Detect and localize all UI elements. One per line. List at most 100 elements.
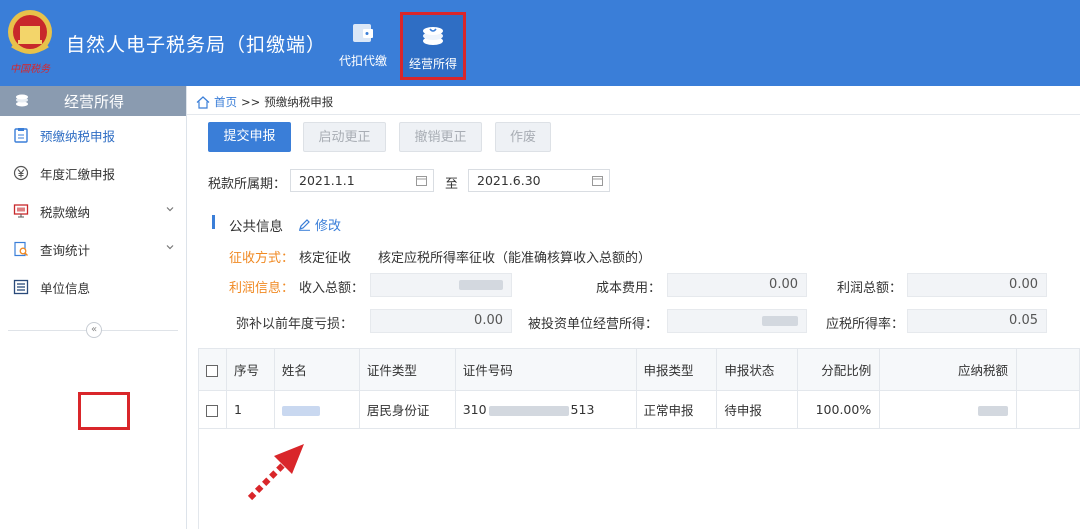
income-total-field [370,273,512,297]
id-suffix: 513 [570,402,595,417]
emblem-text: 中国税务 [10,63,51,75]
cancel-correction-button[interactable]: 撤销更正 [399,122,482,152]
home-icon[interactable] [196,95,210,109]
app-title: 自然人电子税务局（扣缴端） [66,34,327,56]
column-header: 序号 [225,348,275,391]
sidebar-collapse-button[interactable]: « [86,322,102,338]
sidebar-item-chaxun[interactable]: 查询统计 [0,230,186,268]
invested-income-label: 被投资单位经营所得： [528,317,659,332]
period-to-value: 2021.6.30 [477,173,541,188]
taxpayer-table: 序号 姓名 证件类型 证件号码 申报类型 申报状态 分配比例 应纳税额 1 居民… [198,348,1080,429]
cost-field: 0.00 [667,273,807,297]
list-icon [13,279,29,295]
cost-label: 成本费用： [596,281,662,296]
annotation-arrow-icon [247,444,304,501]
sidebar-item-yujiao[interactable]: 预缴纳税申报 [0,116,186,154]
profit-total-field: 0.00 [907,273,1047,297]
collect-method-value: 核定征收 [299,251,352,266]
row-ratio: 100.00% [797,390,881,429]
sidebar-item-label: 年度汇缴申报 [40,166,116,182]
row-id-type: 居民身份证 [358,390,456,429]
submit-declaration-button[interactable]: 提交申报 [208,122,291,152]
breadcrumb-current: 预缴纳税申报 [264,95,334,109]
search-doc-icon [14,241,28,257]
redacted-value [459,279,503,290]
breadcrumb: 首页 >> 预缴纳税申报 [196,94,333,110]
redacted-value [762,315,798,326]
loss-field: 0.00 [370,309,512,333]
column-header: 申报类型 [635,348,718,391]
coins-icon [16,94,28,107]
sidebar-item-label: 单位信息 [40,280,91,296]
sidebar-item-label: 税款缴纳 [40,204,91,220]
column-header: 申报状态 [716,348,799,391]
invested-income-field [667,309,807,333]
clipboard-icon [14,128,28,143]
period-to-input[interactable]: 2021.6.30 [468,169,610,192]
section-accent-bar [212,215,215,229]
sidebar-header: 经营所得 [0,86,186,116]
taxable-rate-label: 应税所得率： [826,317,905,332]
select-all-cell [198,348,227,391]
sidebar: 经营所得 预缴纳税申报 年度汇缴申报 税款缴纳 查询统计 单位信息 « [0,86,187,529]
column-header-empty [1016,348,1080,391]
row-checkbox[interactable] [206,404,218,417]
period-to-label: 至 [445,177,459,192]
nav-daikou-daijiao[interactable]: 代扣代缴 [330,10,396,80]
nav-jingying-suode[interactable]: 经营所得 [400,12,466,80]
calendar-icon[interactable] [416,175,427,186]
nav-jingying-label: 经营所得 [408,57,457,71]
period-label: 税款所属期： [208,177,287,192]
row-select-cell [198,390,227,429]
wallet-icon [353,24,373,42]
profit-total-label: 利润总额： [837,281,903,296]
redacted-name[interactable] [281,405,320,416]
breadcrumb-home-link[interactable]: 首页 [214,94,237,110]
row-status: 待申报 [716,390,799,429]
row-index: 1 [225,390,275,429]
start-correction-button[interactable]: 启动更正 [303,122,386,152]
sidebar-item-label: 查询统计 [40,242,91,258]
column-header: 证件类型 [358,348,456,391]
row-id-number: 310 513 [454,390,637,429]
column-header: 分配比例 [797,348,881,391]
table-header-row: 序号 姓名 证件类型 证件号码 申报类型 申报状态 分配比例 应纳税额 [198,348,1080,391]
breadcrumb-divider [187,114,1080,115]
id-prefix: 310 [462,402,487,417]
sidebar-item-niandu[interactable]: 年度汇缴申报 [0,154,186,192]
sidebar-item-danwei[interactable]: 单位信息 [0,268,186,306]
row-name-cell[interactable] [273,390,360,429]
tax-emblem-logo: 中国税务 [8,10,52,75]
yen-icon [13,165,29,181]
period-from-input[interactable]: 2021.1.1 [290,169,434,192]
nav-daikou-label: 代扣代缴 [338,54,387,68]
public-info-title: 公共信息 [229,219,283,235]
sidebar-item-label: 预缴纳税申报 [40,128,116,144]
chevron-down-icon[interactable] [166,205,174,213]
chevron-down-icon[interactable] [166,243,174,251]
table-row[interactable]: 1 居民身份证 310 513 正常申报 待申报 100.00% [198,390,1080,429]
coins-icon [423,27,443,45]
edit-label: 修改 [315,219,342,234]
column-header: 姓名 [273,348,360,391]
name-highlight-box [78,392,130,430]
breadcrumb-separator: >> [241,95,261,109]
select-all-checkbox[interactable] [206,364,218,377]
sidebar-item-shuikuan[interactable]: 税款缴纳 [0,192,186,230]
taxable-rate-field: 0.05 [907,309,1047,333]
collect-method-desc: 核定应税所得率征收（能准确核算收入总额的） [378,251,652,266]
sidebar-title: 经营所得 [64,92,125,111]
public-info-edit-link[interactable]: 修改 [298,215,341,234]
redacted-amount [978,405,1009,416]
loss-label: 弥补以前年度亏损： [236,317,354,332]
app-header: 中国税务 自然人电子税务局（扣缴端） 代扣代缴 经营所得 [0,0,1080,86]
row-tax-amount [879,390,1018,429]
column-header: 应纳税额 [879,348,1018,391]
monitor-icon [13,204,29,218]
profit-info-label: 利润信息： [229,281,295,296]
void-button[interactable]: 作废 [495,122,551,152]
period-from-value: 2021.1.1 [299,173,355,188]
income-total-label: 收入总额： [299,281,365,296]
edit-icon [299,219,310,231]
calendar-icon[interactable] [592,175,603,186]
